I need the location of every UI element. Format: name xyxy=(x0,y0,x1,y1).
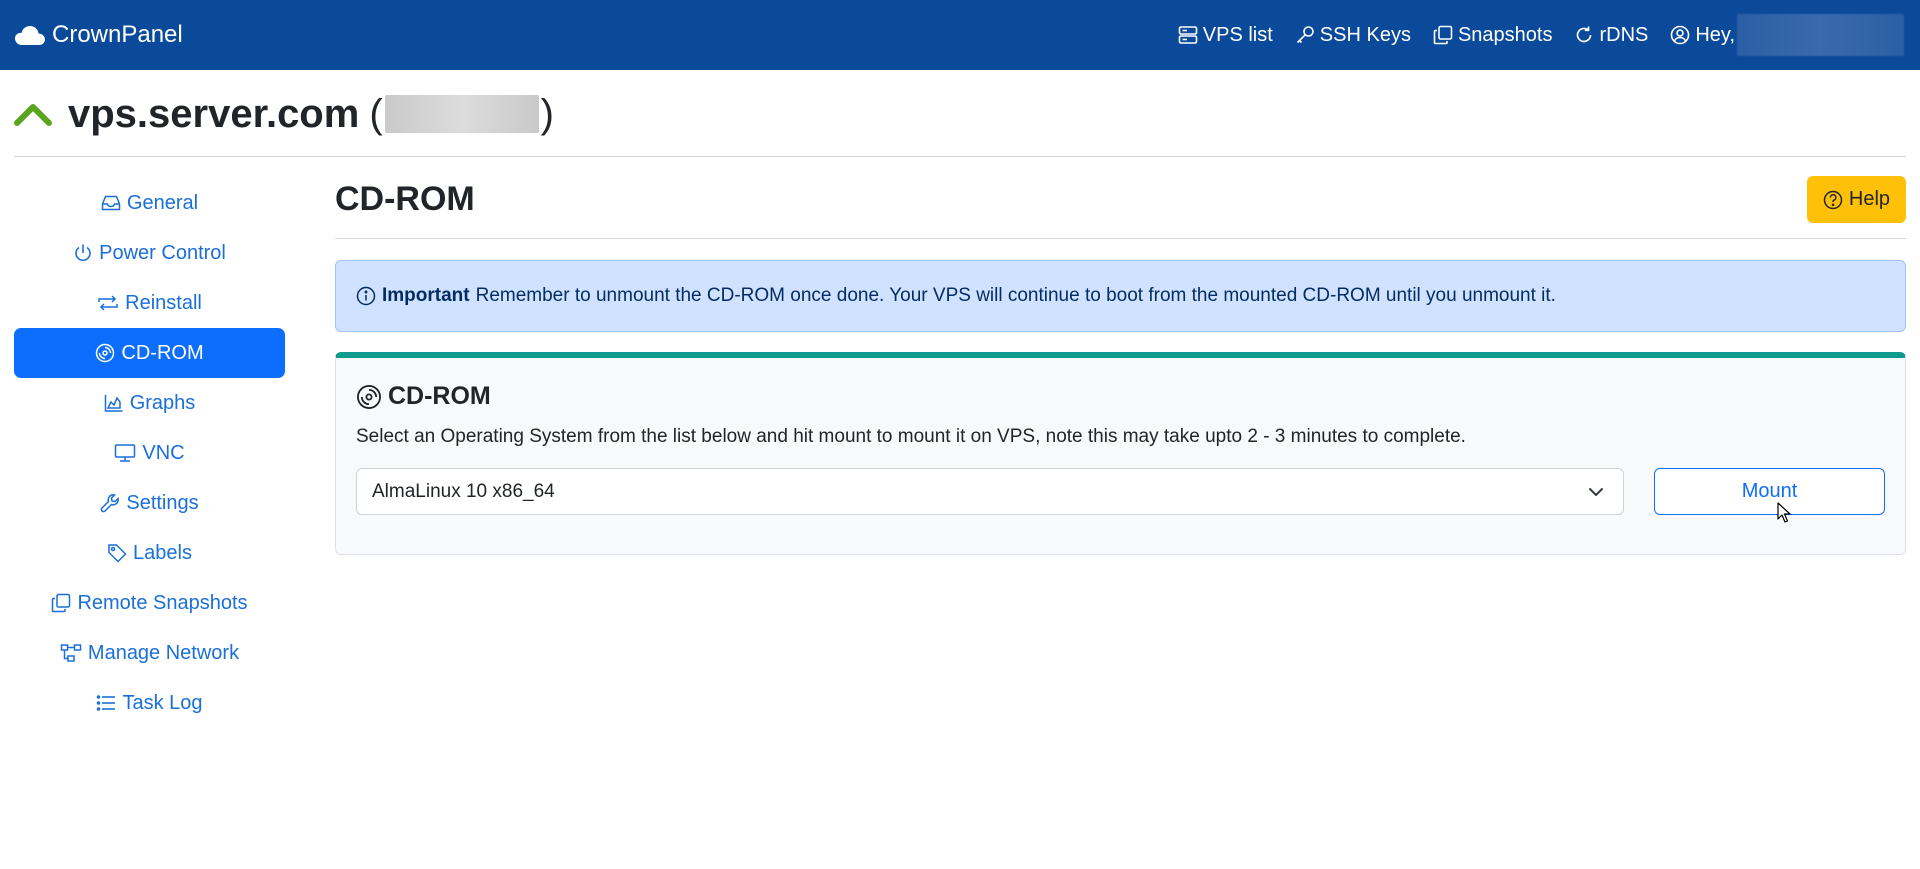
sidebar-item-label: Remote Snapshots xyxy=(77,591,248,614)
sidebar-item-label: VNC xyxy=(142,441,185,464)
server-icon xyxy=(1178,26,1198,44)
sidebar-item-graphs[interactable]: Graphs xyxy=(14,378,285,428)
nav-vps-list[interactable]: VPS list xyxy=(1178,24,1273,47)
sidebar-item-cd-rom[interactable]: CD-ROM xyxy=(14,328,285,378)
user-greeting: Hey, xyxy=(1695,23,1735,46)
sidebar-item-vnc[interactable]: VNC xyxy=(14,428,285,478)
nav-ssh-keys[interactable]: SSH Keys xyxy=(1295,24,1411,47)
close-paren: ) xyxy=(540,91,554,136)
tag-icon xyxy=(108,544,127,563)
question-circle-icon xyxy=(1823,190,1843,209)
info-circle-icon xyxy=(356,286,376,306)
header-divider xyxy=(14,156,1906,157)
nav-snapshots-label: Snapshots xyxy=(1457,23,1553,46)
sidebar-item-label: Manage Network xyxy=(87,641,240,664)
disc-icon xyxy=(357,384,381,409)
disc-icon xyxy=(96,343,115,363)
sidebar-item-label: Labels xyxy=(133,541,192,564)
brand-link[interactable]: CrownPanel xyxy=(14,21,183,49)
nav-rdns-label: rDNS xyxy=(1599,23,1649,46)
cdrom-card: CD-ROM Select an Operating System from t… xyxy=(335,352,1906,555)
nav-ssh-keys-label: SSH Keys xyxy=(1319,23,1411,46)
username-redacted xyxy=(1737,14,1904,56)
help-button-label: Help xyxy=(1848,188,1891,210)
list-icon xyxy=(97,695,116,711)
card-title-label: CD-ROM xyxy=(388,382,491,410)
sidebar-item-label: CD-ROM xyxy=(121,341,204,364)
key-icon xyxy=(1296,26,1314,44)
sidebar-nav: General Power Control Reinstall CD-ROM G… xyxy=(14,178,285,728)
sidebar-item-label: Graphs xyxy=(129,391,196,414)
sidebar-item-labels[interactable]: Labels xyxy=(14,528,285,578)
sidebar-item-label: Settings xyxy=(126,491,199,514)
monitor-icon xyxy=(115,444,136,462)
copy-icon xyxy=(52,593,71,613)
chevron-up-icon xyxy=(14,104,52,126)
sidebar-item-label: Task Log xyxy=(122,691,203,714)
sidebar-item-label: Power Control xyxy=(99,241,226,264)
sidebar-item-label: General xyxy=(126,191,199,214)
os-select[interactable]: AlmaLinux 10 x86_64 xyxy=(356,468,1624,515)
sidebar-item-label: Reinstall xyxy=(125,291,202,314)
important-alert: Important Remember to unmount the CD-ROM… xyxy=(335,260,1906,332)
arrows-repeat-icon xyxy=(98,295,118,311)
mount-button[interactable]: Mount xyxy=(1654,468,1885,515)
nav-user-menu[interactable]: Hey, xyxy=(1670,14,1904,56)
sidebar-item-power-control[interactable]: Power Control xyxy=(14,228,285,278)
mount-button-label: Mount xyxy=(1741,480,1798,502)
server-hostname: vps.server.com xyxy=(68,91,360,136)
sidebar-item-reinstall[interactable]: Reinstall xyxy=(14,278,285,328)
wrench-icon xyxy=(101,494,120,513)
nav-rdns[interactable]: rDNS xyxy=(1574,24,1648,47)
sidebar-item-remote-snapshots[interactable]: Remote Snapshots xyxy=(14,578,285,628)
os-select-value: AlmaLinux 10 x86_64 xyxy=(372,480,555,502)
sidebar-item-general[interactable]: General xyxy=(14,178,285,228)
network-icon xyxy=(60,644,82,662)
title-divider xyxy=(335,238,1906,239)
refresh-icon xyxy=(1577,26,1592,43)
alert-text: Remember to unmount the CD-ROM once done… xyxy=(475,285,1556,306)
sidebar-item-settings[interactable]: Settings xyxy=(14,478,285,528)
inbox-icon xyxy=(101,195,121,211)
nav-vps-list-label: VPS list xyxy=(1202,23,1273,46)
copy-icon xyxy=(1433,25,1453,45)
nav-links: VPS list SSH Keys Snapshots rDNS Hey, xyxy=(1178,0,1904,70)
page-title: CD-ROM xyxy=(335,180,475,218)
mouse-cursor-icon xyxy=(1777,502,1791,523)
user-circle-icon xyxy=(1671,25,1690,45)
power-icon xyxy=(75,244,91,261)
server-ip-redacted xyxy=(384,95,539,133)
help-button[interactable]: Help xyxy=(1807,176,1906,223)
graph-icon xyxy=(104,395,123,412)
sidebar-item-manage-network[interactable]: Manage Network xyxy=(14,628,285,678)
top-navbar: CrownPanel VPS list SSH Keys Snapshots r… xyxy=(0,0,1920,70)
card-description: Select an Operating System from the list… xyxy=(356,426,1466,447)
server-title: vps.server.com ( ) xyxy=(14,88,554,140)
sidebar-item-task-log[interactable]: Task Log xyxy=(14,678,285,728)
cloud-icon xyxy=(15,26,45,45)
brand-name: CrownPanel xyxy=(52,21,183,48)
card-title: CD-ROM xyxy=(356,382,491,411)
open-paren: ( xyxy=(369,91,383,136)
nav-snapshots[interactable]: Snapshots xyxy=(1433,23,1553,47)
alert-strong: Important xyxy=(382,285,470,306)
chevron-down-icon xyxy=(1589,488,1603,496)
